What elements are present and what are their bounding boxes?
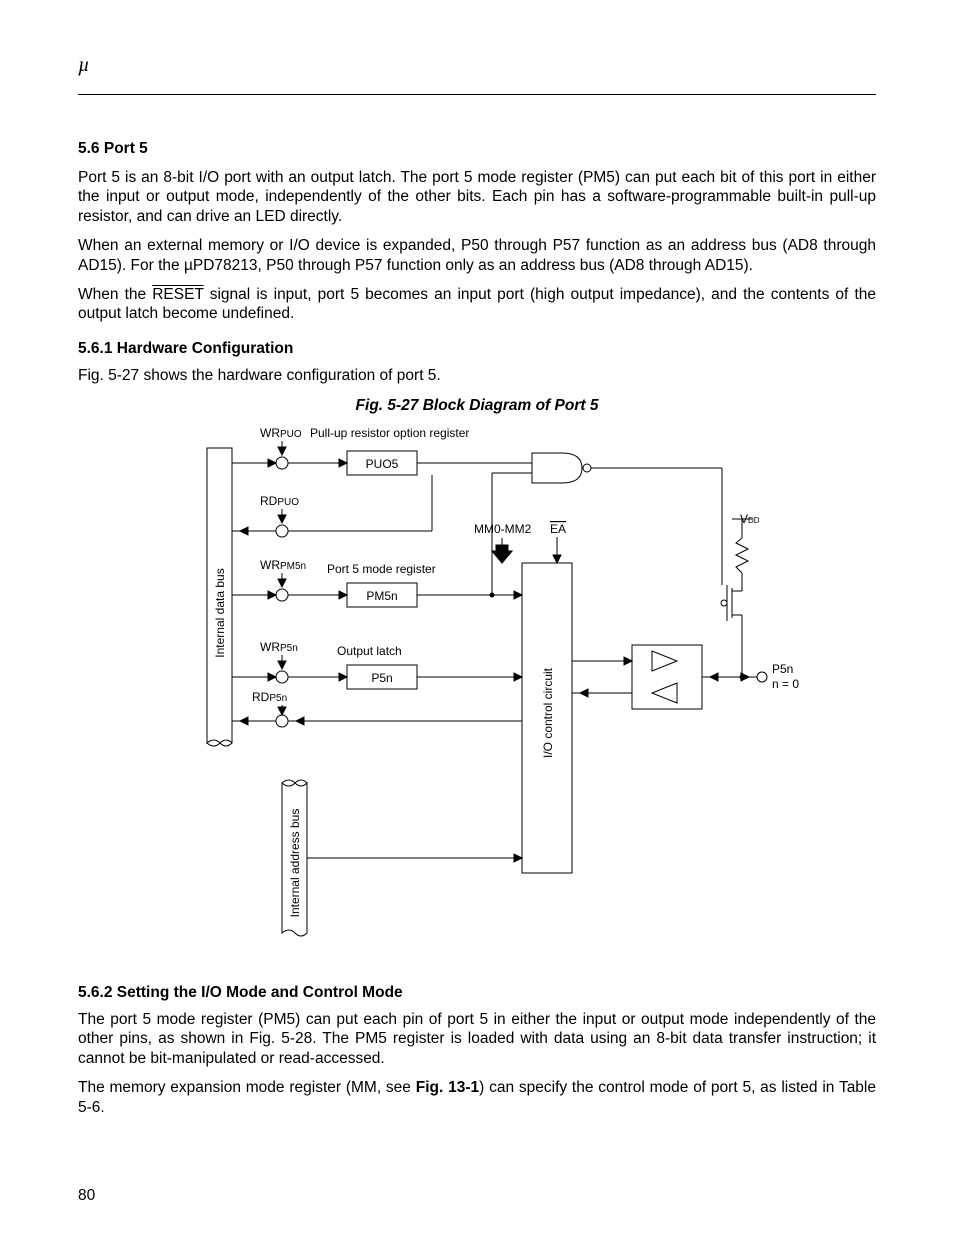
p5n-box: P5n — [371, 671, 392, 685]
svg-text:RDP5n: RDP5n — [252, 690, 287, 704]
page-content: 5.6 Port 5 Port 5 is an 8-bit I/O port w… — [78, 136, 876, 1127]
output-latch-label: Output latch — [337, 644, 402, 658]
figure-caption: Fig. 5-27 Block Diagram of Port 5 — [78, 397, 876, 415]
n-range-label: n = 0 to 7 — [772, 677, 802, 691]
pm5n-box: PM5n — [366, 589, 397, 603]
reset-signal: RESET — [152, 286, 203, 303]
paragraph-3: When the RESET signal is input, port 5 b… — [78, 285, 876, 324]
puo5-box: PUO5 — [366, 457, 399, 471]
paragraph-1: Port 5 is an 8-bit I/O port with an outp… — [78, 168, 876, 226]
paragraph-4: Fig. 5-27 shows the hardware configurati… — [78, 366, 876, 385]
port5-mode-register-label: Port 5 mode register — [327, 562, 436, 576]
pullup-register-label: Pull-up resistor option register — [310, 426, 469, 440]
svg-text:RDPUO: RDPUO — [260, 494, 299, 508]
io-control-circuit-label: I/O control circuit — [541, 667, 555, 758]
section-heading-5-6-1: 5.6.1 Hardware Configuration — [78, 340, 876, 358]
page-number: 80 — [78, 1187, 95, 1205]
header-rule — [78, 94, 876, 95]
fig-13-1-ref: Fig. 13-1 — [416, 1079, 479, 1096]
svg-text:WRPUO: WRPUO — [260, 426, 302, 440]
svg-text:WRP5n: WRP5n — [260, 640, 298, 654]
para6-a: The memory expansion mode register (MM, … — [78, 1079, 416, 1096]
section-heading-5-6: 5.6 Port 5 — [78, 140, 876, 158]
svg-text:WRPM5n: WRPM5n — [260, 558, 306, 572]
section-heading-5-6-2: 5.6.2 Setting the I/O Mode and Control M… — [78, 984, 876, 1002]
header-mu: µ — [78, 54, 90, 77]
internal-data-bus-label: Internal data bus — [213, 568, 227, 657]
mm0-mm2-label: MM0-MM2 — [474, 522, 532, 536]
internal-address-bus-label: Internal address bus — [288, 809, 302, 918]
paragraph-2: When an external memory or I/O device is… — [78, 236, 876, 275]
p5n-pin-label: P5n — [772, 662, 793, 676]
block-diagram: text { font-family: Helvetica, Arial, sa… — [78, 423, 876, 968]
paragraph-6: The memory expansion mode register (MM, … — [78, 1078, 876, 1117]
ea-label: EA — [550, 522, 566, 536]
paragraph-5: The port 5 mode register (PM5) can put e… — [78, 1010, 876, 1068]
para3-a: When the — [78, 286, 152, 303]
